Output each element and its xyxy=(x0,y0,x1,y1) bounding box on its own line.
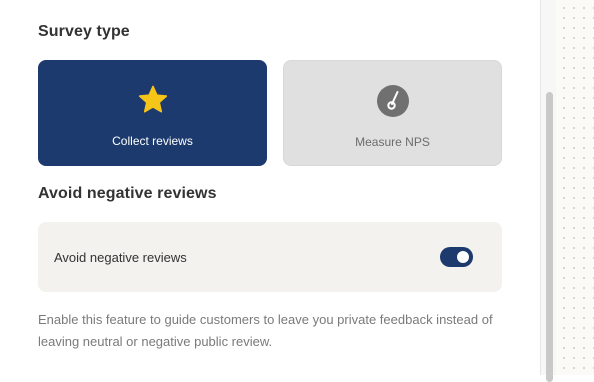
gauge-icon xyxy=(376,85,409,117)
avoid-negative-heading: Avoid negative reviews xyxy=(38,185,217,202)
scrollbar-thumb[interactable] xyxy=(546,92,553,382)
settings-panel: Survey type Collect reviews Measure NPS … xyxy=(0,0,540,375)
avoid-negative-toggle[interactable] xyxy=(440,247,473,267)
star-icon xyxy=(137,84,169,116)
dotted-canvas-background xyxy=(556,0,594,375)
avoid-negative-toggle-label: Avoid negative reviews xyxy=(54,250,187,265)
survey-type-heading: Survey type xyxy=(38,23,130,40)
collect-reviews-label: Collect reviews xyxy=(112,134,193,148)
avoid-negative-row: Avoid negative reviews xyxy=(38,222,502,292)
measure-nps-label: Measure NPS xyxy=(355,135,430,149)
avoid-negative-description: Enable this feature to guide customers t… xyxy=(38,312,493,349)
measure-nps-option[interactable]: Measure NPS xyxy=(283,60,502,166)
toggle-knob xyxy=(457,251,469,263)
scrollbar-track[interactable] xyxy=(540,0,556,382)
collect-reviews-option[interactable]: Collect reviews xyxy=(38,60,267,166)
